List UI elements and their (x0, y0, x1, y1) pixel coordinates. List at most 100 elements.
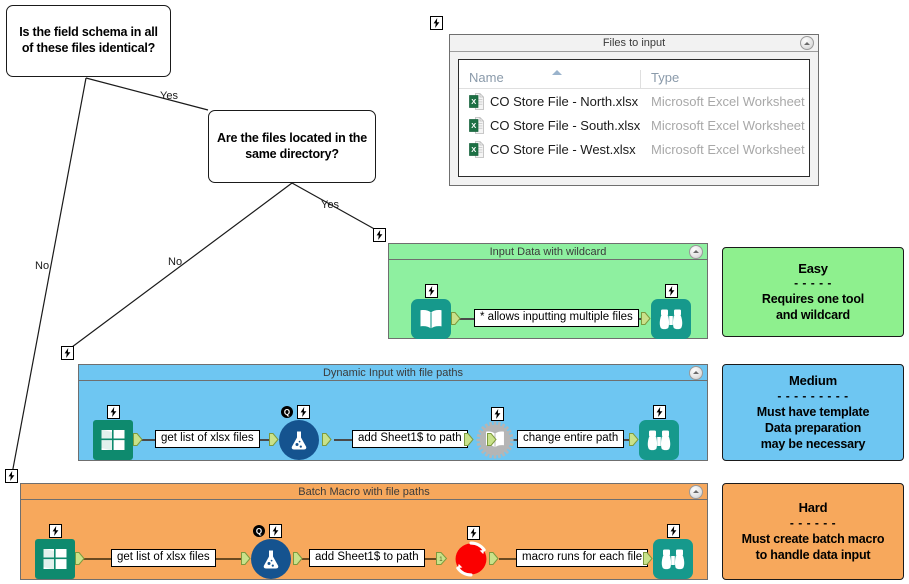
decision-box-schema[interactable]: Is the field schema in all of these file… (6, 5, 171, 77)
formula-tool[interactable]: Q (251, 524, 291, 579)
flask-icon (279, 420, 319, 460)
file-type-cell: Microsoft Excel Worksheet (651, 141, 805, 157)
lightning-bolt-icon (49, 524, 62, 538)
legend-rule: - - - - - - (789, 515, 837, 530)
output-port[interactable] (293, 552, 303, 565)
edge-label-directory-no: No (168, 256, 183, 268)
list-item[interactable]: X CO Store File - South.xlsx Microsoft E… (459, 113, 809, 137)
open-book-icon (411, 299, 451, 339)
legend-title-easy: Easy (798, 260, 828, 276)
input-port[interactable] (464, 433, 474, 446)
lightning-bolt-icon (430, 16, 443, 30)
output-port[interactable] (133, 433, 143, 446)
panel-title-wildcard: Input Data with wildcard (489, 245, 607, 258)
input-port[interactable] (643, 552, 653, 565)
output-port[interactable] (75, 552, 85, 565)
input-port[interactable] (629, 433, 639, 446)
panel-body-batch: get list of xlsx files Q add Sheet1$ to … (21, 500, 707, 580)
input-port[interactable] (269, 433, 279, 446)
batch-macro-tool[interactable] (451, 526, 491, 579)
decision-box-directory-label: Are the files located in the same direct… (217, 130, 367, 161)
files-to-input-list: Name Type X CO Store File - North.xlsx M… (458, 59, 810, 177)
question-badge-icon: Q (253, 525, 265, 537)
panel-titlebar-dynamic: Dynamic Input with file paths (79, 365, 707, 381)
file-name-cell: X CO Store File - South.xlsx (459, 116, 641, 134)
input-port[interactable] (241, 552, 251, 565)
file-list-column-headers: Name Type (459, 64, 809, 89)
legend-line: Data preparation (764, 420, 862, 435)
legend-line: Requires one tool (761, 292, 865, 307)
svg-text:X: X (471, 121, 476, 130)
column-header-name[interactable]: Name (459, 70, 641, 88)
output-port[interactable] (489, 552, 499, 565)
output-port[interactable] (322, 433, 332, 446)
browse-tool[interactable] (651, 284, 691, 339)
lightning-bolt-icon (467, 526, 480, 540)
chevron-up-icon[interactable] (689, 484, 703, 499)
formula-tool[interactable]: Q (279, 405, 319, 460)
file-name-text: CO Store File - South.xlsx (490, 117, 641, 133)
input-data-tool[interactable] (411, 284, 451, 339)
legend-rule: - - - - - (794, 276, 832, 291)
lightning-bolt-icon (665, 284, 678, 298)
legend-box-medium: Medium - - - - - - - - - Must have templ… (722, 364, 904, 461)
chevron-up-icon[interactable] (689, 244, 703, 259)
binoculars-icon (651, 299, 691, 339)
legend-line: Must have template (756, 404, 870, 419)
input-port[interactable]: 1 (436, 552, 448, 565)
legend-box-hard: Hard - - - - - - Must create batch macro… (722, 483, 904, 580)
svg-text:X: X (471, 145, 476, 154)
panel-title-batch: Batch Macro with file paths (298, 485, 430, 498)
output-port[interactable] (487, 433, 497, 446)
panel-input-data-wildcard: Input Data with wildcard * allows inputt… (388, 243, 708, 339)
edge-label-directory-yes: Yes (321, 199, 339, 211)
binoculars-icon (653, 539, 693, 579)
panel-batch-macro: Batch Macro with file paths get list of … (20, 483, 708, 580)
annotation-macro-runs: macro runs for each file (516, 549, 649, 567)
file-name-cell: X CO Store File - West.xlsx (459, 140, 641, 158)
decision-box-schema-label: Is the field schema in all of these file… (19, 25, 158, 55)
workflow-canvas: Is the field schema in all of these file… (0, 0, 909, 584)
browse-tool[interactable] (653, 524, 693, 579)
lightning-bolt-icon (107, 405, 120, 419)
panel-title-dynamic: Dynamic Input with file paths (322, 366, 463, 379)
file-type-cell: Microsoft Excel Worksheet (651, 93, 805, 109)
decision-box-directory[interactable]: Are the files located in the same direct… (208, 110, 376, 183)
question-badge-icon: Q (281, 406, 293, 418)
column-header-type[interactable]: Type (641, 70, 679, 88)
annotation-get-list: get list of xlsx files (111, 549, 216, 567)
files-to-input-titlebar: Files to input (450, 35, 818, 52)
input-port[interactable] (641, 312, 651, 325)
red-circular-arrows-icon (451, 539, 491, 579)
legend-title-hard: Hard (798, 500, 828, 516)
output-port[interactable] (451, 312, 461, 325)
file-name-cell: X CO Store File - North.xlsx (459, 92, 641, 110)
annotation-text: get list of xlsx files (117, 551, 210, 564)
legend-box-easy: Easy - - - - - Requires one tool and wil… (722, 247, 904, 337)
files-to-input-title: Files to input (602, 37, 666, 49)
list-item[interactable]: X CO Store File - North.xlsx Microsoft E… (459, 89, 809, 113)
directory-book-icon (35, 539, 75, 579)
browse-tool[interactable] (639, 405, 679, 460)
chevron-up-icon[interactable] (689, 365, 703, 380)
lightning-bolt-icon (269, 524, 282, 538)
lightning-bolt-icon (5, 469, 18, 483)
lightning-bolt-icon (491, 407, 504, 421)
panel-titlebar-wildcard: Input Data with wildcard (389, 244, 707, 260)
directory-tool[interactable] (93, 405, 133, 460)
file-type-cell: Microsoft Excel Worksheet (651, 117, 805, 133)
annotation-text: add Sheet1$ to path (315, 551, 419, 564)
directory-tool[interactable] (35, 524, 75, 579)
annotation-add-sheet: add Sheet1$ to path (309, 549, 425, 567)
edge-label-schema-yes: Yes (160, 90, 178, 102)
edge-label-schema-no: No (35, 260, 50, 272)
lightning-bolt-icon (425, 284, 438, 298)
chevron-up-icon[interactable] (800, 36, 814, 50)
lightning-bolt-icon (653, 405, 666, 419)
annotation-add-sheet: add Sheet1$ to path (352, 430, 468, 448)
svg-text:X: X (471, 97, 476, 106)
directory-book-icon (93, 420, 133, 460)
list-item[interactable]: X CO Store File - West.xlsx Microsoft Ex… (459, 137, 809, 161)
binoculars-icon (639, 420, 679, 460)
excel-file-icon: X (469, 92, 484, 110)
